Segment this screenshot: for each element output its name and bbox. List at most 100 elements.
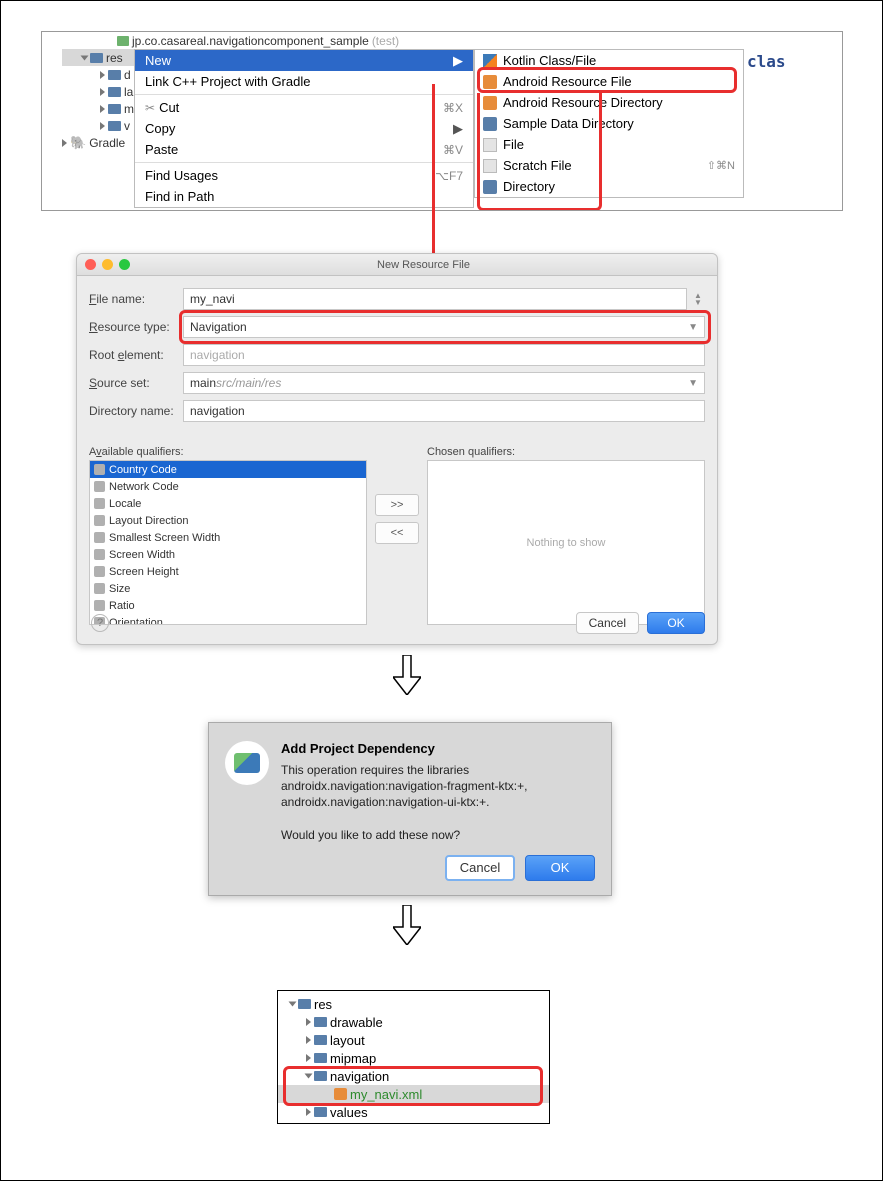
code-keyword: clas — [747, 52, 786, 71]
cancel-button[interactable]: Cancel — [445, 855, 515, 881]
folder-icon — [108, 70, 121, 80]
ok-button[interactable]: OK — [525, 855, 595, 881]
qualifier-label: Country Code — [109, 464, 177, 476]
resource-type-label: Resource type: — [89, 320, 183, 334]
gradle-label: Gradle — [89, 136, 125, 150]
ok-button[interactable]: OK — [647, 612, 705, 634]
dialog-message: This operation requires the libraries an… — [281, 762, 595, 843]
zoom-button[interactable] — [119, 259, 130, 270]
qualifier-item[interactable]: Screen Width — [90, 546, 366, 563]
ctx-paste[interactable]: Paste⌘V — [135, 139, 473, 160]
history-buttons[interactable]: ▲▼ — [691, 292, 705, 306]
qualifier-move-buttons: >> << — [375, 494, 419, 625]
available-label: Available qualifiers: — [89, 446, 367, 458]
menu-label: Find in Path — [145, 189, 214, 204]
menu-label: File — [503, 137, 524, 152]
menu-label: Scratch File — [503, 158, 572, 173]
menu-label: Android Resource Directory — [503, 95, 663, 110]
remove-qualifier-button[interactable]: << — [375, 522, 419, 544]
qualifier-item[interactable]: Layout Direction — [90, 512, 366, 529]
help-button[interactable]: ? — [91, 614, 109, 632]
qualifier-item[interactable]: Orientation — [90, 614, 366, 625]
chevron-down-icon: ▼ — [688, 322, 698, 333]
ctx-find-in-path[interactable]: Find in Path — [135, 186, 473, 207]
expand-icon — [306, 1108, 311, 1116]
tree-nav-file[interactable]: my_navi.xml — [278, 1085, 549, 1103]
new-resource-file-dialog: New Resource File File name: my_navi ▲▼ … — [76, 253, 718, 645]
qualifier-label: Ratio — [109, 600, 135, 612]
close-button[interactable] — [85, 259, 96, 270]
minimize-button[interactable] — [102, 259, 113, 270]
cancel-button[interactable]: Cancel — [576, 612, 639, 634]
expand-icon — [81, 55, 89, 60]
folder-label: d — [124, 68, 131, 82]
dropdown-main: main — [190, 376, 216, 390]
android-xml-icon — [483, 75, 497, 89]
sub-resource-dir[interactable]: Android Resource Directory — [475, 92, 743, 113]
menu-label: Directory — [503, 179, 555, 194]
qualifier-item[interactable]: Network Code — [90, 478, 366, 495]
shortcut: ⌘X — [443, 101, 463, 115]
expand-icon — [100, 71, 105, 79]
sub-sample-data[interactable]: Sample Data Directory — [475, 113, 743, 134]
input-value: navigation — [190, 348, 245, 362]
tree-folder[interactable]: layout — [278, 1031, 549, 1049]
source-set-dropdown[interactable]: main src/main/res▼ — [183, 372, 705, 394]
sub-resource-file[interactable]: Android Resource File — [475, 71, 743, 92]
folder-label: res — [314, 997, 332, 1012]
tree-folder[interactable]: mipmap — [278, 1049, 549, 1067]
folder-label: v — [124, 119, 130, 133]
ctx-copy[interactable]: Copy▶ — [135, 118, 473, 139]
editor-peek: clas — [747, 52, 837, 82]
qualifier-item[interactable]: Smallest Screen Width — [90, 529, 366, 546]
chosen-qualifiers-list[interactable]: Nothing to show — [427, 460, 705, 625]
tree-folder[interactable]: drawable — [278, 1013, 549, 1031]
expand-icon — [289, 1002, 297, 1007]
ctx-new[interactable]: New▶ — [135, 50, 473, 71]
file-name-input[interactable]: my_navi — [183, 288, 687, 310]
kotlin-icon — [483, 54, 497, 68]
folder-icon — [108, 121, 121, 131]
folder-icon — [314, 1017, 327, 1027]
qualifier-item[interactable]: Ratio — [90, 597, 366, 614]
sub-file[interactable]: File — [475, 134, 743, 155]
folder-label: navigation — [330, 1069, 389, 1084]
flow-arrow-icon — [393, 655, 421, 695]
res-label: res — [106, 51, 123, 65]
sub-directory[interactable]: Directory — [475, 176, 743, 197]
tree-folder[interactable]: values — [278, 1103, 549, 1121]
result-project-tree: res drawable layout mipmap navigation my… — [277, 990, 550, 1124]
add-qualifier-button[interactable]: >> — [375, 494, 419, 516]
package-icon — [117, 36, 129, 46]
folder-label: mipmap — [330, 1051, 376, 1066]
resource-type-dropdown[interactable]: Navigation▼ — [183, 316, 705, 338]
qualifier-item[interactable]: Locale — [90, 495, 366, 512]
available-qualifiers-list[interactable]: Country Code Network Code LocaleLayout Dir… — [89, 460, 367, 625]
sub-scratch[interactable]: Scratch File⇧⌘N — [475, 155, 743, 176]
qualifier-item[interactable]: Country Code — [90, 461, 366, 478]
folder-label: values — [330, 1105, 368, 1120]
folder-label: layout — [330, 1033, 365, 1048]
root-element-input[interactable]: navigation — [183, 344, 705, 366]
tree-res[interactable]: res — [278, 995, 549, 1013]
tree-test-pkg[interactable]: jp.co.casareal.navigationcomponent_sampl… — [62, 32, 497, 49]
qualifier-item[interactable]: Size — [90, 580, 366, 597]
chevron-down-icon: ▼ — [688, 378, 698, 389]
ctx-find-usages[interactable]: Find Usages⌥F7 — [135, 165, 473, 186]
sub-kotlin[interactable]: Kotlin Class/File — [475, 50, 743, 71]
file-icon — [483, 159, 497, 173]
file-label: my_navi.xml — [350, 1087, 422, 1102]
expand-icon — [305, 1074, 313, 1079]
input-value: navigation — [190, 404, 245, 418]
qualifier-item[interactable]: Screen Height — [90, 563, 366, 580]
context-menu-panel: jp.co.casareal.navigationcomponent_sampl… — [41, 31, 843, 211]
qualifier-label: Network Code — [109, 481, 179, 493]
qualifier-icon — [94, 464, 105, 475]
add-dependency-dialog: Add Project Dependency This operation re… — [208, 722, 612, 896]
ctx-link-cpp[interactable]: Link C++ Project with Gradle — [135, 71, 473, 92]
tree-folder[interactable]: navigation — [278, 1067, 549, 1085]
directory-name-input[interactable]: navigation — [183, 400, 705, 422]
ctx-cut[interactable]: ✂Cut⌘X — [135, 97, 473, 118]
menu-label: Sample Data Directory — [503, 116, 634, 131]
expand-icon — [306, 1036, 311, 1044]
